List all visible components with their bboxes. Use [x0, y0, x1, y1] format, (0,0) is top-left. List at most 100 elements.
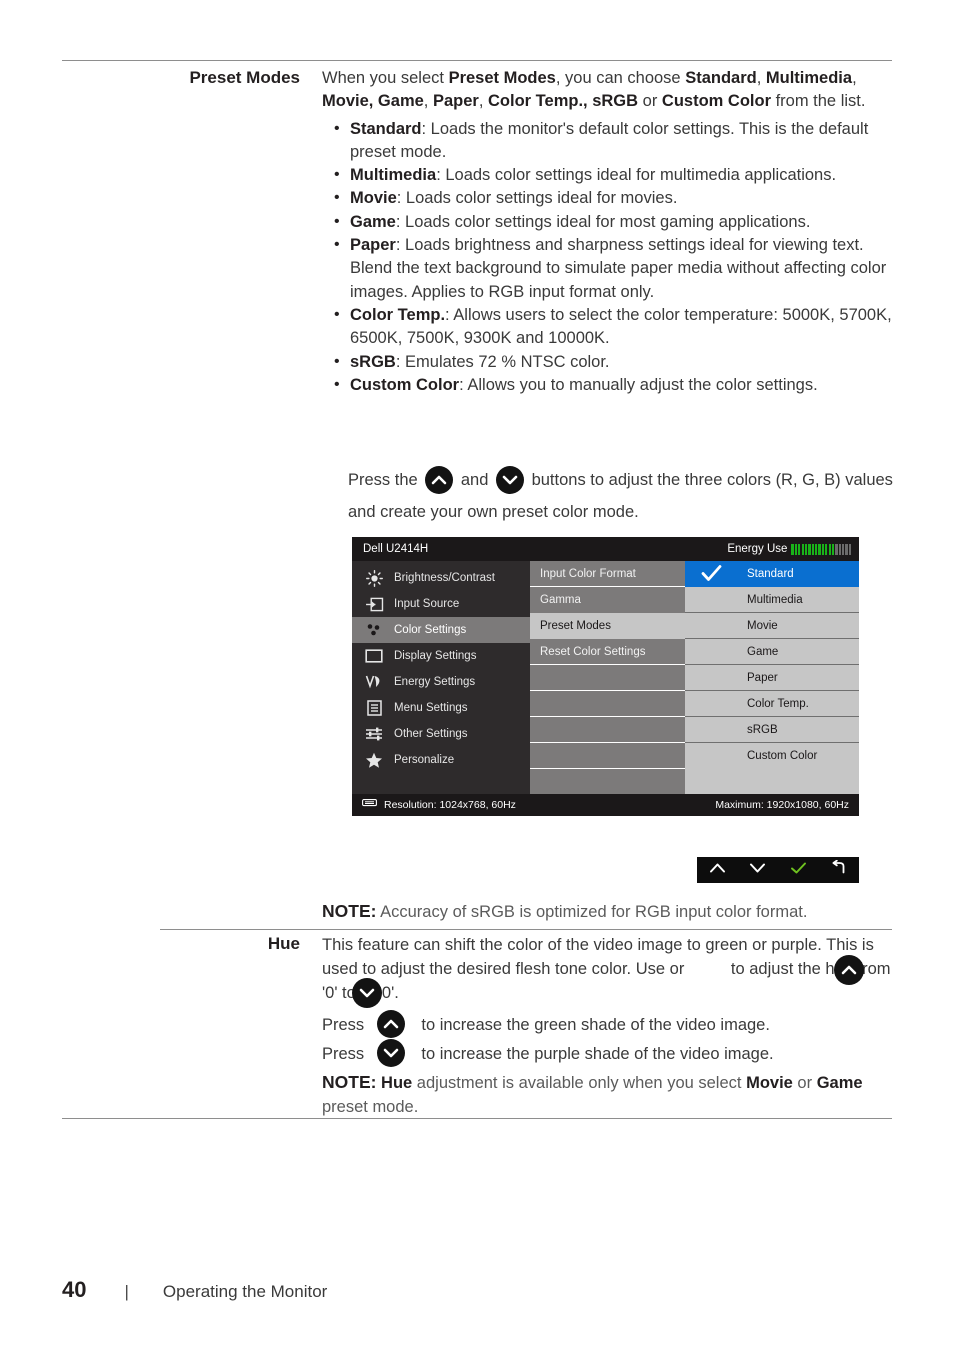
hue-text-b: or — [669, 960, 685, 978]
osd-submenu-item-reset-color-settings[interactable]: Reset Color Settings — [530, 639, 685, 665]
osd-menu-item-brightness-contrast[interactable]: Brightness/Contrast — [352, 565, 530, 591]
osd-menu-item-menu-settings[interactable]: Menu Settings — [352, 695, 530, 721]
hue-press-down-line: Press to increase the purple shade of th… — [322, 1039, 894, 1068]
osd-option-color-temp[interactable]: Color Temp. — [685, 691, 859, 717]
osd-maximum-resolution: Maximum: 1920x1080, 60Hz — [715, 799, 849, 811]
osd-option-multimedia[interactable]: Multimedia — [685, 587, 859, 613]
press-down-pre: Press — [322, 1045, 365, 1063]
osd-menu-label: Input Source — [394, 598, 460, 610]
personalize-star-icon — [363, 751, 385, 769]
bullet-desc: : Loads color settings ideal for most ga… — [395, 212, 811, 231]
monitor-icon — [362, 799, 377, 811]
footer-separator: | — [124, 1282, 129, 1301]
osd-submenu-item-input-color-format[interactable]: Input Color Format — [530, 561, 685, 587]
footer-section-title: Operating the Monitor — [162, 1282, 328, 1301]
intro-bold-custom-color: Custom Color — [661, 92, 771, 111]
bullet-term: sRGB — [350, 352, 396, 371]
osd-submenu-item-empty — [530, 717, 685, 743]
osd-screenshot: Dell U2414H Energy Use Brightness/Contra… — [352, 537, 859, 816]
check-icon[interactable] — [790, 861, 807, 880]
osd-submenu-item-preset-modes[interactable]: Preset Modes — [530, 613, 685, 639]
menu-settings-icon — [363, 699, 385, 717]
hue-description: This feature can shift the color of the … — [322, 933, 894, 1119]
osd-submenu-label: Gamma — [540, 594, 581, 606]
note-bold-game: Game — [816, 1074, 863, 1092]
osd-menu-item-display-settings[interactable]: Display Settings — [352, 643, 530, 669]
bullet-term: Color Temp. — [350, 305, 446, 324]
osd-resolution-group: Resolution: 1024x768, 60Hz — [362, 799, 516, 811]
osd-option-label: Custom Color — [747, 750, 818, 762]
osd-submenu-label: Reset Color Settings — [540, 645, 646, 658]
bullet-term: Paper — [350, 236, 396, 255]
osd-option-label: Game — [747, 645, 779, 658]
osd-menu-label: Other Settings — [394, 728, 468, 740]
chevron-up-icon — [834, 955, 864, 985]
intro-text-mid4: , — [423, 92, 433, 111]
intro-bold-movie-game: Movie, Game — [322, 92, 424, 111]
note-text-mid2: or — [792, 1074, 817, 1092]
intro-text-tail: from the list. — [771, 92, 866, 111]
bullet-desc: : Loads color settings ideal for movies. — [396, 189, 678, 208]
osd-option-custom-color[interactable]: Custom Color — [685, 743, 859, 769]
osd-option-paper[interactable]: Paper — [685, 665, 859, 691]
energy-bar-green — [831, 543, 835, 555]
osd-option-game[interactable]: Game — [685, 639, 859, 665]
intro-bold-multimedia: Multimedia — [765, 69, 853, 87]
bullet-desc: : Emulates 72 % NTSC color. — [395, 352, 610, 371]
osd-menu-label: Energy Settings — [394, 676, 476, 688]
osd-menu-item-input-source[interactable]: Input Source — [352, 591, 530, 617]
intro-text-mid1: , you can choose — [555, 69, 686, 87]
press-buttons-instruction: Press the and buttons to adjust the thre… — [348, 464, 896, 528]
bullet-term: Standard — [350, 119, 422, 138]
osd-menu-label: Brightness/Contrast — [394, 572, 495, 584]
note-text: Accuracy of sRGB is optimized for RGB in… — [376, 903, 808, 921]
brightness-icon — [363, 569, 385, 587]
osd-preset-options: Standard Multimedia Movie Game Paper Col… — [685, 561, 859, 794]
press-text-mid: and — [456, 471, 493, 489]
osd-option-standard[interactable]: Standard — [685, 561, 859, 587]
bullet-term: Custom Color — [350, 375, 460, 394]
back-arrow-icon[interactable] — [830, 859, 847, 880]
hue-paragraph-1: This feature can shift the color of the … — [322, 933, 894, 1008]
bullet-desc: : Loads brightness and sharpness setting… — [350, 236, 887, 301]
note-hue: NOTE: Hue adjustment is available only w… — [322, 1070, 894, 1119]
energy-bar-green — [825, 543, 828, 555]
preset-modes-bullet-list: Standard: Loads the monitor's default co… — [322, 117, 894, 398]
list-item: Custom Color: Allows you to manually adj… — [334, 373, 894, 397]
intro-bold-standard: Standard — [685, 69, 757, 87]
osd-menu-label: Personalize — [394, 754, 455, 766]
chevron-up-icon[interactable] — [709, 861, 726, 880]
osd-menu-item-other-settings[interactable]: Other Settings — [352, 721, 530, 747]
osd-submenu-label: Input Color Format — [540, 567, 636, 580]
energy-bar-green — [821, 543, 824, 555]
energy-bar-green — [794, 543, 797, 555]
osd-menu-item-color-settings[interactable]: Color Settings — [352, 617, 530, 643]
chevron-down-icon[interactable] — [749, 861, 766, 880]
chevron-up-icon — [376, 1010, 405, 1038]
energy-bar-green — [791, 543, 794, 555]
press-text-pre: Press the — [348, 471, 423, 489]
bullet-term: Multimedia — [350, 166, 437, 185]
energy-bar-green — [815, 543, 818, 555]
energy-bar-inactive — [835, 543, 838, 555]
osd-main-menu: Brightness/Contrast Input Source Color S… — [352, 561, 530, 794]
osd-option-label: Paper — [747, 671, 778, 684]
osd-menu-item-personalize[interactable]: Personalize — [352, 747, 530, 773]
intro-text-mid2: , — [756, 69, 766, 87]
energy-bar-green — [798, 543, 801, 555]
energy-bar-green — [808, 543, 811, 555]
osd-option-movie[interactable]: Movie — [685, 613, 859, 639]
osd-navigation-buttons — [697, 857, 859, 883]
osd-body: Brightness/Contrast Input Source Color S… — [352, 561, 859, 794]
osd-submenu-item-empty — [530, 769, 685, 795]
bullet-term: Game — [350, 212, 396, 231]
osd-menu-item-energy-settings[interactable]: Energy Settings — [352, 669, 530, 695]
list-item: Paper: Loads brightness and sharpness se… — [334, 233, 894, 304]
chevron-down-icon — [352, 978, 382, 1008]
preset-modes-description: When you select Preset Modes, you can ch… — [322, 67, 894, 397]
energy-bar-inactive — [848, 543, 851, 555]
osd-option-srgb[interactable]: sRGB — [685, 717, 859, 743]
energy-bar-green — [811, 543, 814, 555]
intro-bold-srgb: sRGB — [592, 92, 639, 111]
osd-submenu-item-gamma[interactable]: Gamma — [530, 587, 685, 613]
